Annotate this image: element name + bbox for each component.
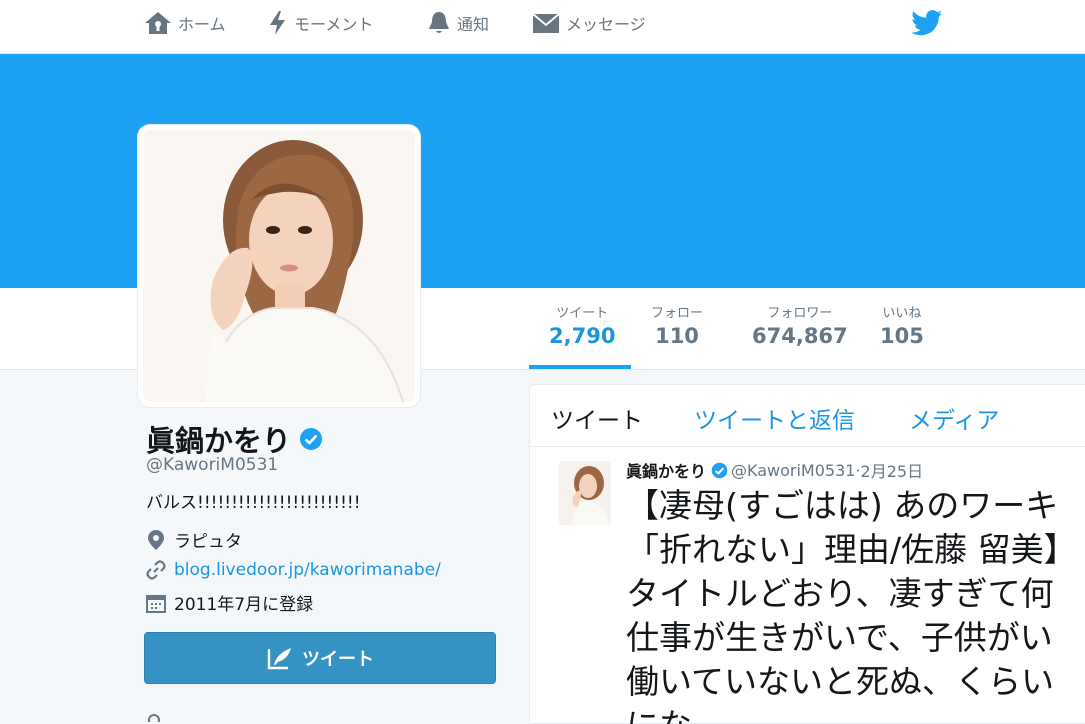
tab-tweets-and-replies[interactable]: ツイートと返信 [694, 401, 855, 435]
profile-website-link[interactable]: blog.livedoor.jp/kaworimanabe/ [174, 560, 441, 580]
active-stat-underline [529, 365, 631, 369]
tweet-author-handle[interactable]: @KaworiM0531 [731, 461, 855, 480]
nav-moments-label: モーメント [294, 15, 374, 34]
profile-name-row: 眞鍋かをり [146, 418, 323, 460]
stat-followers-label: フォロワー [767, 306, 833, 321]
stat-tweets-label: ツイート [556, 306, 609, 321]
twitter-bird-icon [911, 10, 943, 36]
tweet-text: 【凄母(すごはは) あのワーキ 「折れない」理由/佐藤 留美】 タイトルどおり、… [626, 484, 1085, 724]
lightning-icon [270, 11, 285, 35]
nav-moments[interactable]: モーメント [268, 0, 373, 46]
profile-joined-text: 2011年7月に登録 [174, 595, 314, 615]
nav-notifications[interactable]: 通知 [427, 0, 489, 46]
tab-tweets[interactable]: ツイート [551, 401, 643, 435]
profile-name[interactable]: 眞鍋かをり [146, 418, 291, 460]
stat-followers-value: 674,867 [752, 324, 848, 348]
tweet-text-line: 働いていないと死ぬ、くらい [626, 662, 1055, 701]
stat-following[interactable]: フォロー 110 [651, 302, 703, 348]
partial-icon [148, 714, 160, 722]
location-pin-icon [148, 529, 164, 550]
nav-notifications-label: 通知 [457, 15, 490, 34]
nav-messages-label: メッセージ [566, 15, 646, 34]
stat-followers[interactable]: フォロワー 674,867 [752, 302, 848, 348]
profile-avatar[interactable] [138, 125, 420, 407]
timeline-panel: ツイート ツイートと返信 メディア 眞鍋かをり @KaworiM0531 · 2… [529, 384, 1085, 724]
stat-tweets-value: 2,790 [549, 324, 616, 348]
tweet-header: 眞鍋かをり @KaworiM0531 · 2月25日 [626, 458, 923, 482]
nav-messages[interactable]: メッセージ [532, 0, 646, 46]
link-icon [146, 560, 166, 580]
quill-icon [267, 648, 291, 670]
verified-badge-icon [711, 462, 728, 478]
nav-home[interactable]: ホーム [144, 0, 226, 46]
avatar-photo [143, 130, 415, 402]
tab-media[interactable]: メディア [909, 401, 999, 435]
top-navigation-bar: ホーム モーメント 通知 メッセージ [0, 0, 1085, 54]
calendar-icon [146, 594, 166, 613]
profile-bio: バルス!!!!!!!!!!!!!!!!!!!!!!!! [146, 493, 361, 513]
compose-tweet-label: ツイート [302, 649, 374, 670]
compose-tweet-button[interactable]: ツイート [144, 632, 496, 684]
profile-handle[interactable]: @KaworiM0531 [146, 455, 278, 475]
stat-likes-value: 105 [880, 324, 924, 348]
bell-icon [429, 12, 449, 33]
stat-tweets[interactable]: ツイート 2,790 [549, 302, 615, 348]
tweet-text-line: 仕事が生きがいで、子供がい [626, 618, 1053, 657]
tweet-avatar-photo [559, 461, 611, 525]
tweet-date[interactable]: 2月25日 [861, 458, 924, 482]
tweet-author-name[interactable]: 眞鍋かをり [626, 458, 706, 482]
home-icon [145, 12, 171, 34]
tweet-text-line: にな [626, 704, 1085, 724]
verified-badge-icon [300, 428, 323, 450]
timeline-tabs: ツイート ツイートと返信 メディア [530, 385, 1085, 447]
envelope-icon [532, 13, 560, 33]
stat-likes-label: いいね [882, 306, 922, 321]
tweet-text-line: タイトルどおり、凄すぎて何 [626, 574, 1054, 613]
tweet-text-line: 「折れない」理由/佐藤 留美】 [626, 530, 1077, 569]
profile-joined: 2011年7月に登録 [146, 590, 313, 615]
stat-following-value: 110 [655, 324, 699, 348]
profile-location-text: ラピュタ [174, 532, 242, 552]
profile-website[interactable]: blog.livedoor.jp/kaworimanabe/ [146, 560, 441, 580]
stat-following-label: フォロー [651, 306, 704, 321]
profile-location: ラピュタ [146, 527, 242, 552]
stat-likes[interactable]: いいね 105 [880, 302, 924, 348]
twitter-logo[interactable] [911, 10, 943, 40]
tweet-text-line: 【凄母(すごはは) あのワーキ [626, 486, 1059, 525]
nav-home-label: ホーム [178, 15, 226, 34]
tweet-author-avatar[interactable] [559, 461, 611, 525]
